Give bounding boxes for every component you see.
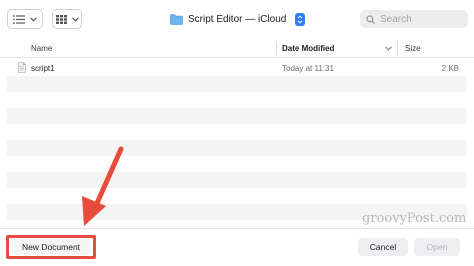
empty-row: [7, 92, 467, 108]
column-header: Name Date Modified Size: [0, 40, 474, 58]
list-view-icon: [13, 14, 25, 24]
empty-row: [7, 156, 467, 172]
column-name[interactable]: Name: [31, 44, 52, 53]
location-label: Script Editor — iCloud: [188, 13, 287, 25]
footer-divider: [0, 228, 474, 229]
empty-row: [7, 108, 467, 124]
file-list: script1 Today at 11:31 2 KB: [7, 60, 467, 220]
chevron-down-icon: [71, 16, 79, 22]
file-row[interactable]: script1 Today at 11:31 2 KB: [7, 60, 467, 76]
list-view-button[interactable]: [7, 9, 43, 29]
watermark: groovyPost.com: [362, 211, 467, 226]
search-placeholder: Search: [380, 13, 412, 25]
sort-chevron-icon: [385, 46, 392, 51]
new-document-highlight: New Document: [6, 235, 96, 259]
column-divider[interactable]: [397, 42, 398, 55]
location-popup[interactable]: Script Editor — iCloud: [170, 11, 306, 27]
empty-row: [7, 172, 467, 188]
column-divider[interactable]: [276, 42, 277, 55]
folder-icon: [170, 13, 183, 25]
grid-view-button[interactable]: [52, 9, 82, 29]
open-button[interactable]: Open: [414, 238, 460, 256]
file-size: 2 KB: [441, 64, 459, 73]
search-icon: [366, 14, 375, 24]
toolbar: Script Editor — iCloud Search: [0, 0, 474, 38]
location-stepper[interactable]: [295, 12, 306, 26]
empty-row: [7, 76, 467, 92]
cancel-button[interactable]: Cancel: [358, 238, 408, 256]
column-date-modified[interactable]: Date Modified: [282, 44, 334, 53]
new-document-button[interactable]: New Document: [11, 239, 91, 255]
empty-row: [7, 124, 467, 140]
chevron-updown-icon: [298, 14, 303, 24]
chevron-down-icon: [30, 16, 37, 22]
column-size[interactable]: Size: [405, 44, 421, 53]
empty-row: [7, 140, 467, 156]
file-name: script1: [31, 64, 55, 73]
file-date: Today at 11:31: [282, 64, 334, 73]
search-field[interactable]: Search: [360, 10, 468, 28]
empty-row: [7, 188, 467, 204]
grid-view-icon: [55, 14, 67, 24]
document-icon: [18, 62, 26, 73]
